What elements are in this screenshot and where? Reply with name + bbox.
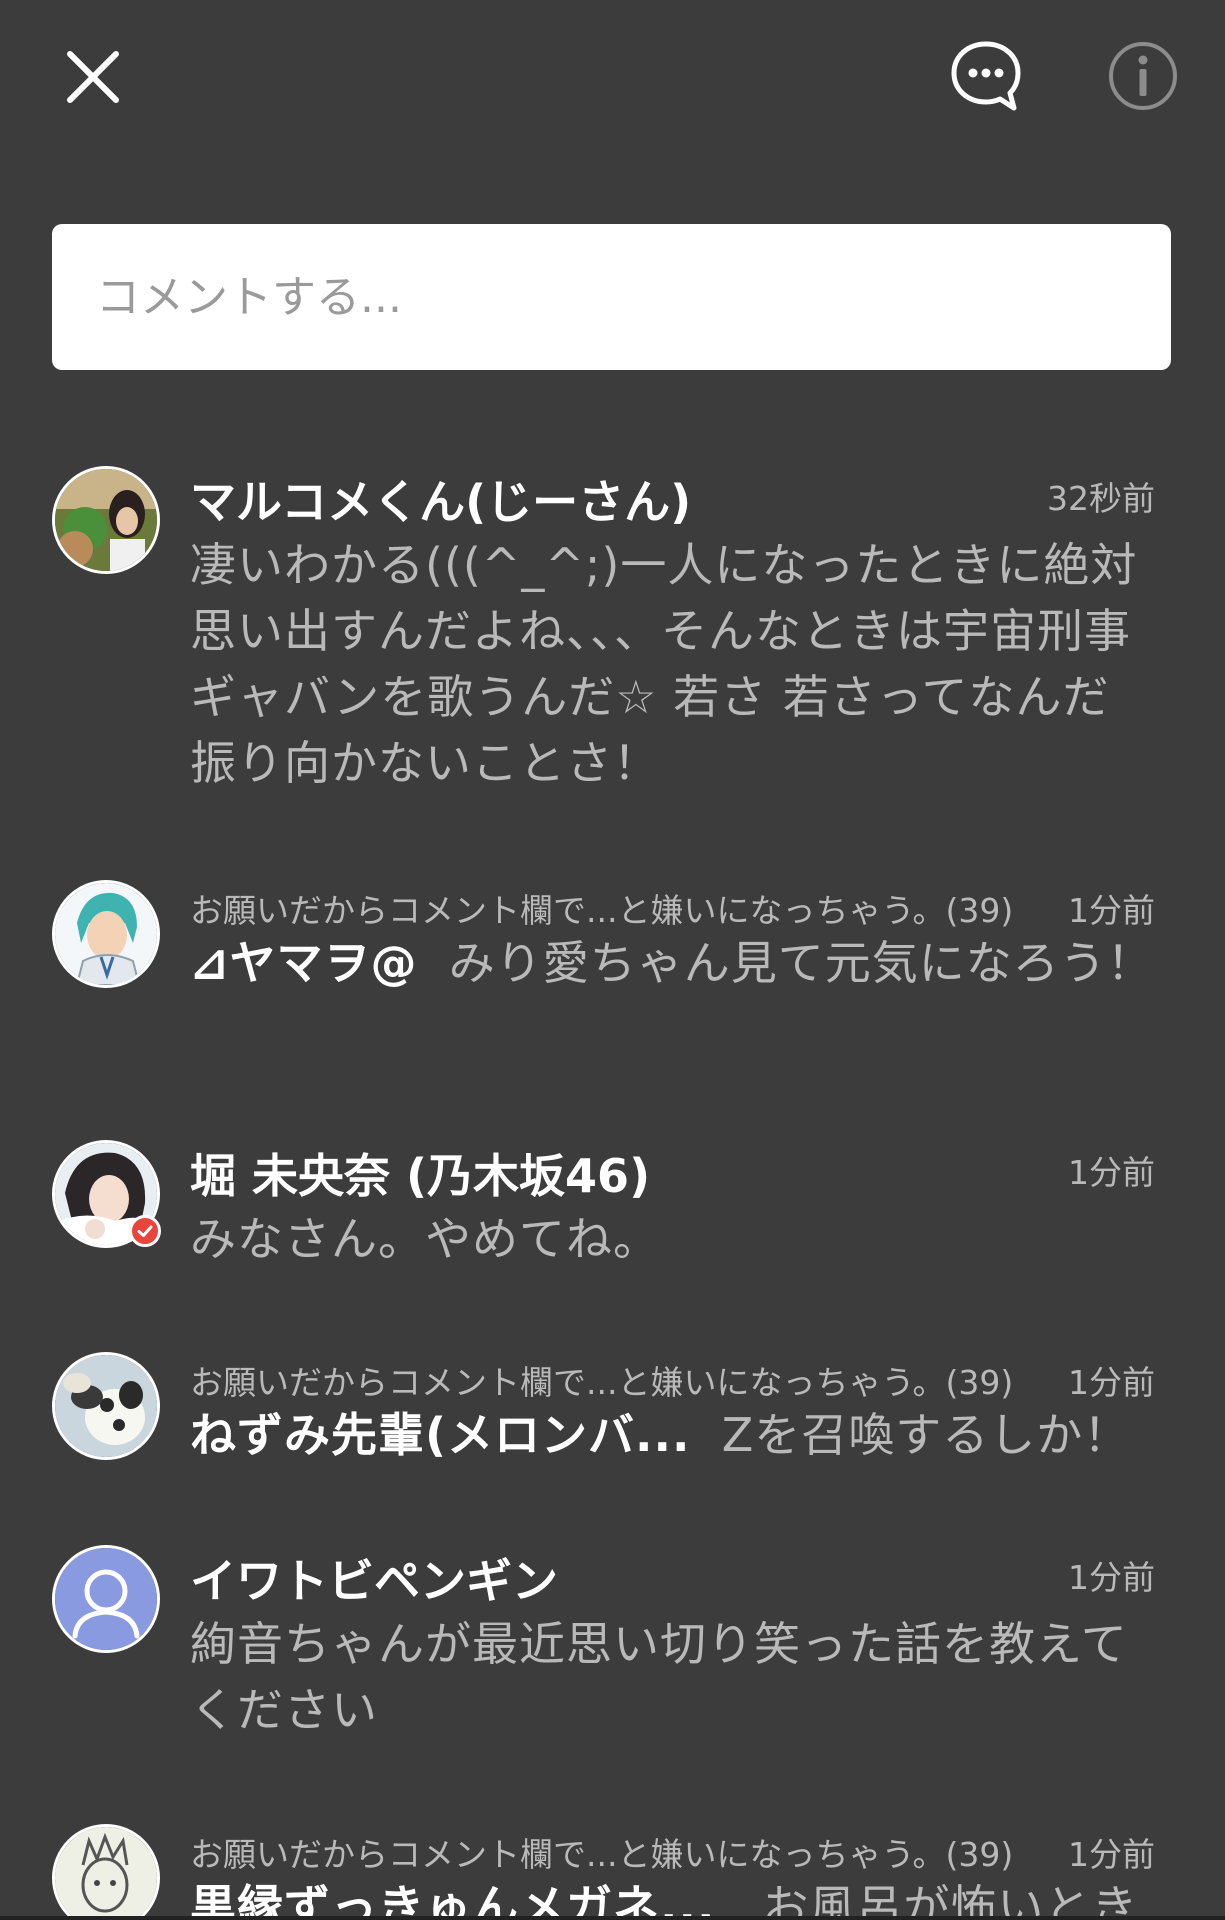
bottom-edge — [0, 1916, 1225, 1920]
timestamp: 32秒前 — [1047, 479, 1155, 518]
comment-text: 凄いわかる(((^_^;)一人になったときに絶対思い出すんだよね、、、そんなとき… — [190, 538, 1138, 790]
comment-item[interactable]: 1分前 イワトビペンギン 絢音ちゃんが最近思い切り笑った話を教えてください — [0, 1545, 1225, 1745]
chat-bubble-icon[interactable] — [948, 38, 1024, 114]
comment-input-box[interactable] — [52, 224, 1171, 370]
timestamp: 1分前 — [1068, 1835, 1155, 1874]
commenter-name: 黒縁ずっきゅんメガネ... — [190, 1880, 716, 1920]
timestamp: 1分前 — [1068, 1558, 1155, 1597]
avatar[interactable] — [52, 1140, 161, 1248]
timestamp: 1分前 — [1068, 1153, 1155, 1192]
comment-item[interactable]: 32秒前 マルコメくん(じーさん) 凄いわかる(((^_^;)一人になったときに… — [0, 466, 1225, 826]
comment-text: みなさん。やめてね。 — [190, 1212, 660, 1266]
comment-item[interactable]: お願いだからコメント欄で...と嫌いになっちゃう。(39) 1分前 ねずみ先輩(… — [0, 1352, 1225, 1482]
avatar[interactable] — [52, 1545, 160, 1653]
comment-meta: お願いだからコメント欄で...と嫌いになっちゃう。(39) 1分前 — [190, 1356, 1155, 1404]
timestamp: 1分前 — [1068, 1363, 1155, 1402]
comment-text: 絢音ちゃんが最近思い切り笑った話を教えてください — [190, 1617, 1128, 1737]
comment-meta: お願いだからコメント欄で...と嫌いになっちゃう。(39) 1分前 — [190, 884, 1155, 932]
reply-to-label: お願いだからコメント欄で...と嫌いになっちゃう。(39) — [190, 1835, 1014, 1874]
reply-to-label: お願いだからコメント欄で...と嫌いになっちゃう。(39) — [190, 891, 1014, 930]
reply-to-label: お願いだからコメント欄で...と嫌いになっちゃう。(39) — [190, 1363, 1014, 1402]
commenter-name: マルコメくん(じーさん) — [190, 475, 692, 529]
commenter-name: ⊿ヤマヲ@ — [190, 936, 418, 990]
comment-item[interactable]: お願いだからコメント欄で...と嫌いになっちゃう。(39) 1分前 黒縁ずっきゅ… — [0, 1824, 1225, 1920]
comment-item[interactable]: 1分前 堀 未央奈 (乃木坂46) みなさん。やめてね。 — [0, 1140, 1225, 1280]
comment-text-block: ⊿ヤマヲ@ みり愛ちゃん見て元気になろう！ — [190, 930, 1165, 996]
close-icon[interactable] — [62, 46, 124, 108]
avatar[interactable] — [52, 1352, 160, 1460]
avatar[interactable] — [52, 1824, 160, 1920]
avatar[interactable] — [52, 880, 160, 988]
avatar[interactable] — [52, 466, 160, 574]
comment-text: Zを召喚するしか！ — [721, 1408, 1131, 1462]
comment-text-block: 黒縁ずっきゅんメガネ... お風呂が怖いとき — [190, 1874, 1165, 1920]
commenter-name: イワトビペンギン — [190, 1554, 558, 1608]
comment-text-block: ねずみ先輩(メロンバ... Zを召喚するしか！ — [190, 1402, 1165, 1468]
commenter-name: 堀 未央奈 (乃木坂46) — [190, 1149, 651, 1203]
comment-item[interactable]: お願いだからコメント欄で...と嫌いになっちゃう。(39) 1分前 ⊿ヤマヲ@ … — [0, 880, 1225, 1080]
commenter-name: ねずみ先輩(メロンバ... — [190, 1408, 691, 1462]
timestamp: 1分前 — [1068, 891, 1155, 930]
top-bar — [0, 0, 1225, 150]
info-icon[interactable] — [1105, 38, 1181, 114]
comment-input[interactable] — [94, 270, 1171, 324]
verified-badge-icon — [129, 1215, 161, 1247]
comment-text: みり愛ちゃん見て元気になろう！ — [448, 936, 1154, 990]
comment-text: お風呂が怖いとき — [762, 1880, 1139, 1920]
comment-meta: お願いだからコメント欄で...と嫌いになっちゃう。(39) 1分前 — [190, 1828, 1155, 1876]
